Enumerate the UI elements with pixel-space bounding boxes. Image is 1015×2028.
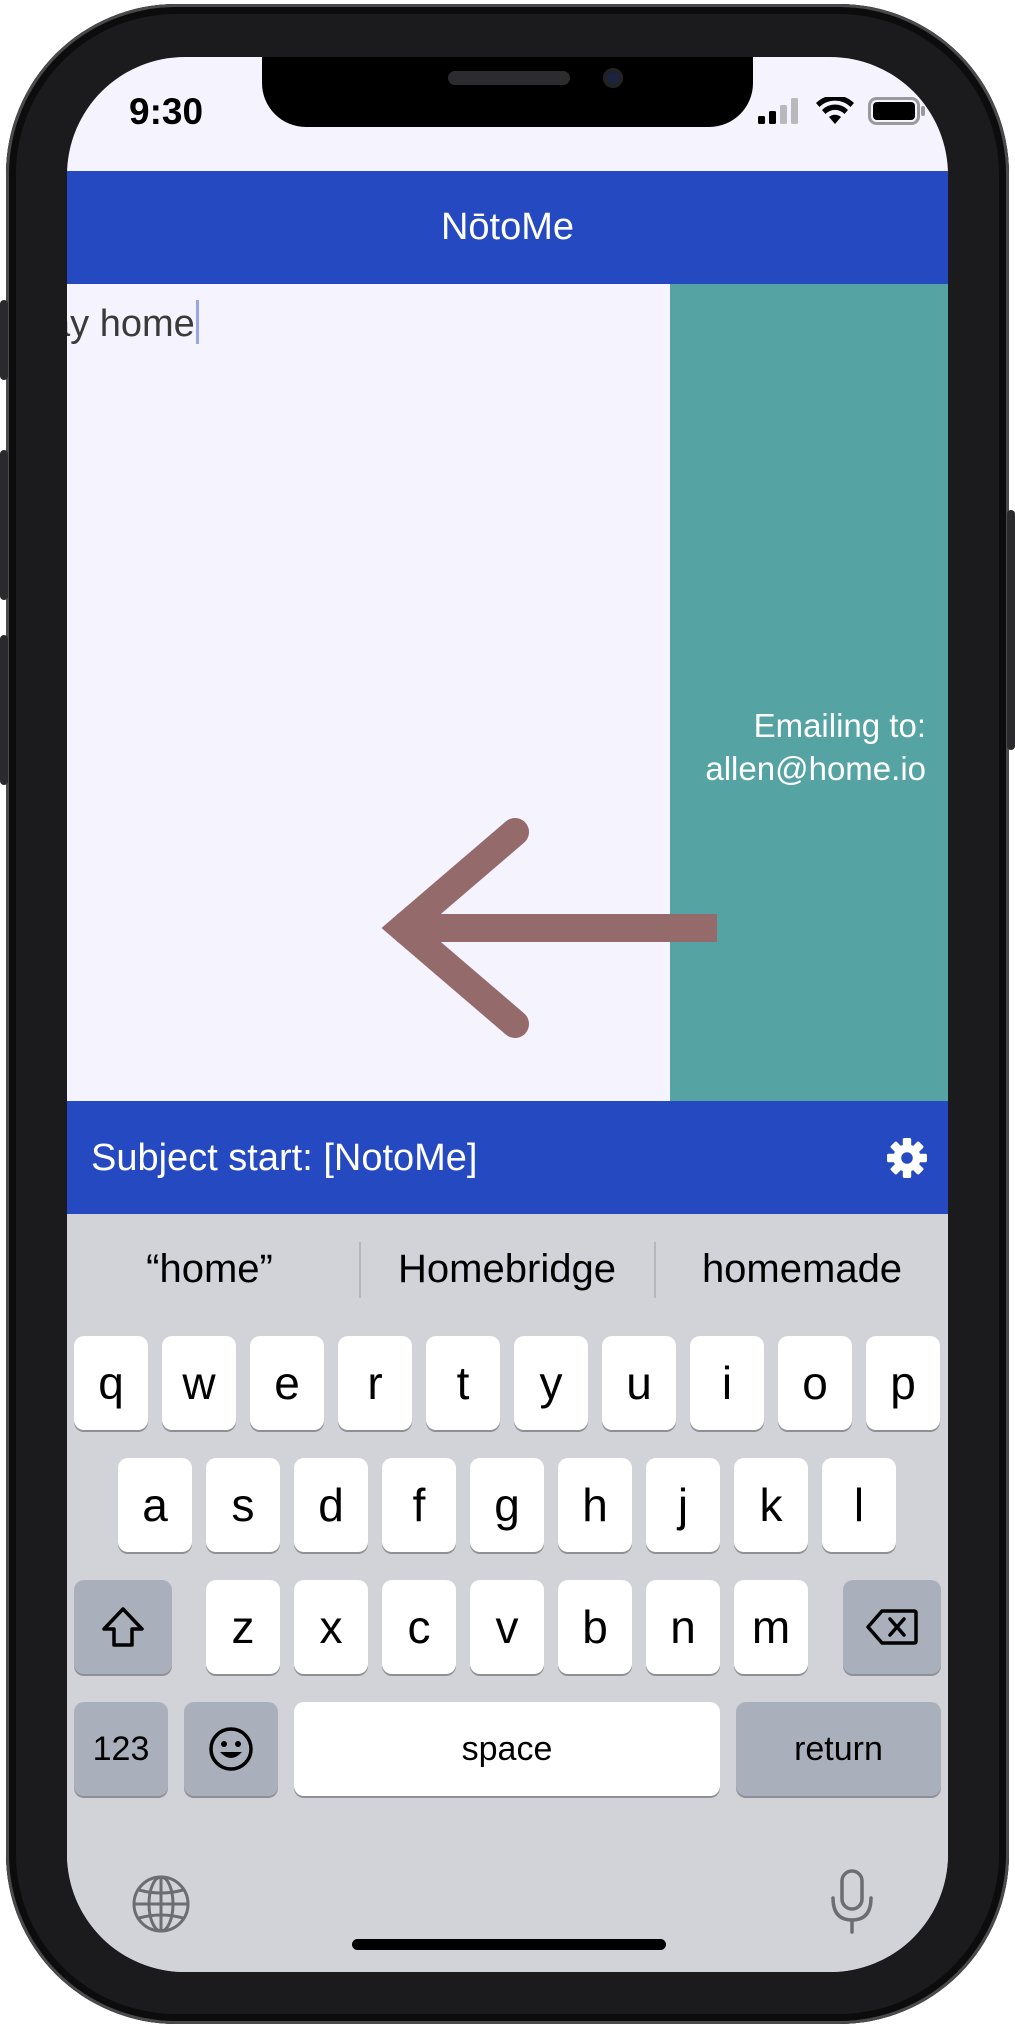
backspace-icon: [866, 1609, 918, 1645]
note-input-area[interactable]: ay home: [67, 284, 670, 1101]
key-l[interactable]: l: [822, 1458, 896, 1552]
emoji-icon: [209, 1727, 253, 1771]
note-text: ay home: [67, 303, 195, 345]
key-w[interactable]: w: [162, 1336, 236, 1430]
key-h[interactable]: h: [558, 1458, 632, 1552]
email-address: allen@home.io: [705, 750, 926, 787]
email-recipient-label: Emailing to: allen@home.io: [705, 704, 926, 790]
app-header: NōtoMe: [67, 171, 948, 284]
subject-start-label: Subject start: [NotoMe]: [91, 1137, 478, 1179]
shift-icon: [102, 1607, 144, 1647]
key-n[interactable]: n: [646, 1580, 720, 1674]
suggestion-divider: [654, 1242, 656, 1298]
suggestion-3[interactable]: homemade: [667, 1247, 937, 1292]
keyboard: “home” Homebridge homemade q w e r t y u…: [67, 1214, 948, 1972]
suggestion-2[interactable]: Homebridge: [367, 1247, 647, 1292]
home-indicator[interactable]: [352, 1939, 666, 1950]
numbers-key[interactable]: 123: [74, 1702, 168, 1796]
gear-icon[interactable]: [886, 1137, 928, 1179]
power-button: [1007, 510, 1015, 750]
key-u[interactable]: u: [602, 1336, 676, 1430]
note-text-line[interactable]: ay home: [67, 300, 199, 346]
volume-down-button: [0, 635, 8, 785]
globe-icon[interactable]: [131, 1874, 191, 1934]
suggestion-divider: [359, 1242, 361, 1298]
key-e[interactable]: e: [250, 1336, 324, 1430]
email-send-panel[interactable]: Emailing to: allen@home.io: [670, 284, 948, 1101]
key-v[interactable]: v: [470, 1580, 544, 1674]
key-f[interactable]: f: [382, 1458, 456, 1552]
microphone-icon[interactable]: [829, 1868, 875, 1936]
subject-bar: Subject start: [NotoMe]: [67, 1101, 948, 1214]
key-i[interactable]: i: [690, 1336, 764, 1430]
status-icons: [758, 97, 926, 125]
cellular-signal-icon: [758, 98, 798, 124]
phone-screen: 9:30 NōtoMe ay home Emailing to: allen@h…: [67, 57, 948, 1972]
key-m[interactable]: m: [734, 1580, 808, 1674]
emailing-to-label: Emailing to:: [753, 707, 926, 744]
key-q[interactable]: q: [74, 1336, 148, 1430]
suggestion-1[interactable]: “home”: [107, 1247, 312, 1292]
camera-icon: [603, 68, 623, 88]
backspace-key[interactable]: [843, 1580, 941, 1674]
suggestion-bar: “home” Homebridge homemade: [67, 1214, 948, 1324]
key-b[interactable]: b: [558, 1580, 632, 1674]
emoji-key[interactable]: [184, 1702, 278, 1796]
text-caret: [195, 300, 199, 344]
key-r[interactable]: r: [338, 1336, 412, 1430]
speaker-grille: [448, 71, 570, 85]
key-x[interactable]: x: [294, 1580, 368, 1674]
key-t[interactable]: t: [426, 1336, 500, 1430]
key-c[interactable]: c: [382, 1580, 456, 1674]
key-j[interactable]: j: [646, 1458, 720, 1552]
key-z[interactable]: z: [206, 1580, 280, 1674]
app-title: NōtoMe: [440, 206, 575, 248]
key-k[interactable]: k: [734, 1458, 808, 1552]
volume-up-button: [0, 450, 8, 600]
space-key[interactable]: space: [294, 1702, 720, 1796]
key-o[interactable]: o: [778, 1336, 852, 1430]
wifi-icon: [816, 97, 854, 124]
key-y[interactable]: y: [514, 1336, 588, 1430]
notch: [262, 57, 753, 127]
status-time: 9:30: [129, 91, 204, 132]
key-d[interactable]: d: [294, 1458, 368, 1552]
key-a[interactable]: a: [118, 1458, 192, 1552]
battery-icon: [868, 97, 925, 125]
key-g[interactable]: g: [470, 1458, 544, 1552]
shift-key[interactable]: [74, 1580, 172, 1674]
return-key[interactable]: return: [736, 1702, 941, 1796]
key-s[interactable]: s: [206, 1458, 280, 1552]
mute-switch: [0, 300, 8, 380]
key-p[interactable]: p: [866, 1336, 940, 1430]
